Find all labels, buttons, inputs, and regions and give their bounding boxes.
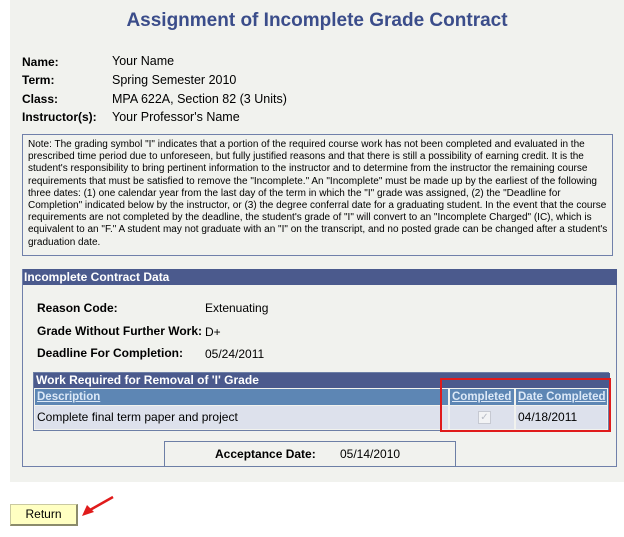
panel-header: Incomplete Contract Data (23, 269, 617, 285)
deadline-value: 05/24/2011 (205, 347, 265, 361)
term-value: Spring Semester 2010 (112, 73, 237, 87)
incomplete-contract-panel: Incomplete Contract Data Reason Code: Ex… (22, 269, 617, 467)
cell-description: Complete final term paper and project (35, 406, 448, 429)
acceptance-date-box: Acceptance Date: 05/14/2010 (164, 441, 456, 467)
name-label: Name: (22, 55, 59, 69)
highlight-annotation-box (440, 378, 611, 432)
incomplete-grade-note: Note: The grading symbol "I" indicates t… (22, 134, 613, 256)
name-value: Your Name (112, 54, 175, 68)
instructor-label: Instructor(s): (22, 110, 97, 124)
grade-without-work-label: Grade Without Further Work: (37, 324, 202, 338)
deadline-label: Deadline For Completion: (37, 346, 184, 360)
column-header-description[interactable]: Description (35, 389, 448, 405)
term-label: Term: (22, 73, 55, 87)
acceptance-date-value: 05/14/2010 (340, 447, 401, 461)
class-label: Class: (22, 92, 59, 106)
arrow-head (82, 505, 94, 516)
grade-without-work-value: D+ (205, 325, 221, 339)
red-arrow-annotation-icon (82, 495, 114, 516)
instructor-value: Your Professor's Name (112, 110, 240, 124)
page-title: Assignment of Incomplete Grade Contract (126, 10, 508, 31)
class-value: MPA 622A, Section 82 (3 Units) (112, 92, 287, 106)
return-button[interactable]: Return (10, 504, 78, 526)
arrow-shaft (89, 495, 114, 512)
reason-code-label: Reason Code: (37, 301, 118, 315)
acceptance-date-label: Acceptance Date: (215, 447, 316, 461)
reason-code-value: Extenuating (205, 301, 269, 315)
